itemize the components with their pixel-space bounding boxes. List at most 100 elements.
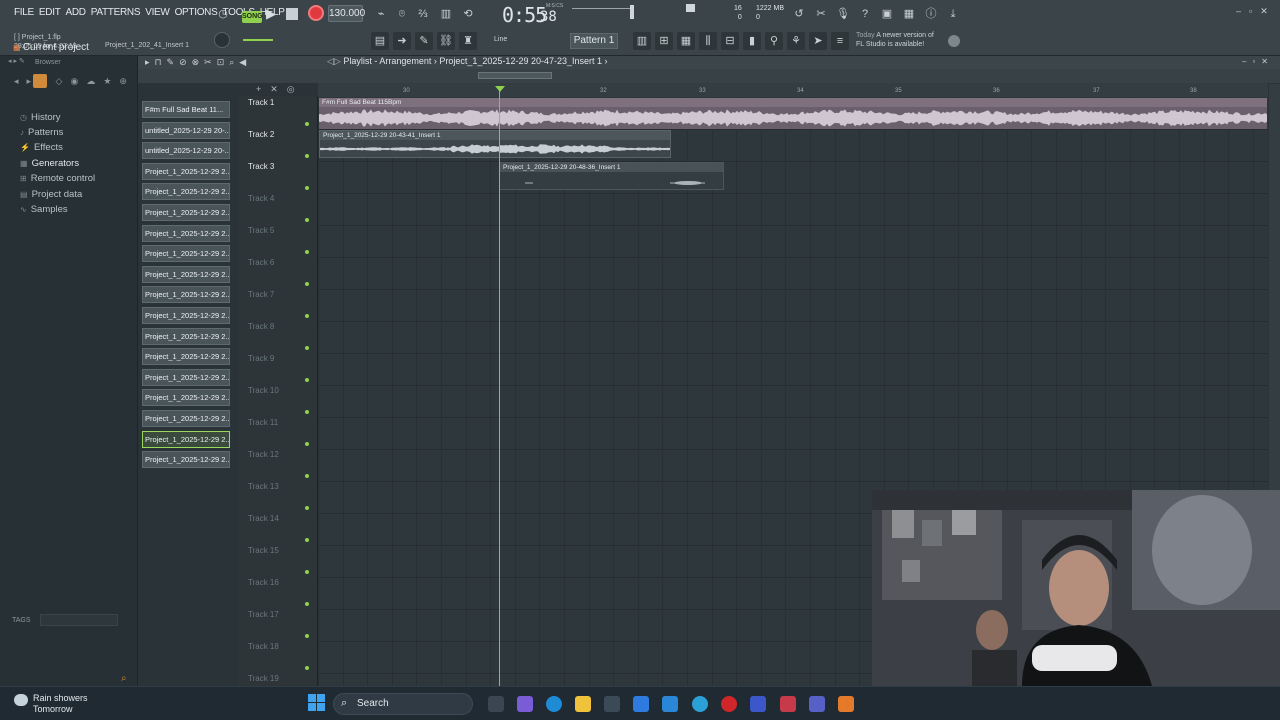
track-label[interactable]: Track 9: [248, 354, 274, 363]
browser-item-history[interactable]: ◷ History: [20, 112, 61, 123]
fl-studio-icon[interactable]: [838, 696, 854, 712]
browser-root-current-project[interactable]: ▦ Current project: [13, 42, 89, 53]
link-icon[interactable]: ⛓: [437, 32, 455, 50]
track-mute-led[interactable]: [305, 250, 309, 254]
pattern-clip-item[interactable]: Project_1_2025-12-29 2...: [142, 410, 230, 427]
track-label[interactable]: Track 7: [248, 290, 274, 299]
playlist-view-icon[interactable]: ▤: [371, 32, 389, 50]
pattern-clip-item[interactable]: Project_1_2025-12-29 2...: [142, 307, 230, 324]
pattern-clip-item[interactable]: Project_1_2025-12-29 2...: [142, 183, 230, 201]
microphone-icon[interactable]: 🎙: [834, 5, 852, 23]
track-mute-led[interactable]: [305, 506, 309, 510]
vscode-icon[interactable]: [662, 696, 678, 712]
track-mute-led[interactable]: [305, 186, 309, 190]
pattern-clip-item[interactable]: Project_1_2025-12-29 2...: [142, 162, 230, 180]
info-icon[interactable]: ⓘ: [922, 5, 940, 23]
master-volume-slider[interactable]: [572, 8, 630, 18]
news-panel[interactable]: Today A newer version of FL Studio is ava…: [856, 31, 934, 49]
track-label[interactable]: Track 3: [248, 162, 274, 171]
track-mute-led[interactable]: [305, 538, 309, 542]
pattern-clip-item[interactable]: F#m Full Sad Beat 11...: [142, 101, 230, 118]
pattern-clip-item[interactable]: untitled_2025-12-29 20-...: [142, 142, 230, 160]
cut-tool-icon[interactable]: ✂: [812, 5, 830, 23]
track-label[interactable]: Track 8: [248, 322, 274, 331]
audio-clip-track1[interactable]: F#m Full Sad Beat 115Bpm: [319, 98, 1267, 129]
windows-start-icon[interactable]: [308, 694, 326, 712]
pattern-clip-item[interactable]: Project_1_2025-12-29 2...: [142, 348, 230, 366]
tags-filter-input[interactable]: [40, 614, 118, 626]
track-label[interactable]: Track 17: [248, 610, 279, 619]
browser-icon[interactable]: ⊟: [721, 32, 739, 50]
browser-item-remote-control[interactable]: ⊞ Remote control: [20, 173, 95, 184]
playlist-window-controls[interactable]: –▫✕: [1242, 57, 1274, 66]
track-mute-led[interactable]: [305, 442, 309, 446]
track-mute-led[interactable]: [305, 154, 309, 158]
browser-item-samples[interactable]: ∿ Samples: [20, 204, 68, 215]
track-mute-led[interactable]: [305, 634, 309, 638]
track-mute-led[interactable]: [305, 410, 309, 414]
arrow-icon[interactable]: ➤: [809, 32, 827, 50]
track-mute-led[interactable]: [305, 122, 309, 126]
browser-item-generators[interactable]: ▦ Generators: [20, 158, 79, 169]
pattern-song-toggle[interactable]: SONG: [242, 11, 263, 23]
track-label[interactable]: Track 16: [248, 578, 279, 587]
track-label[interactable]: Track 10: [248, 386, 279, 395]
save-icon[interactable]: ▣: [878, 5, 896, 23]
pattern-clip-item[interactable]: Project_1_2025-12-29 2...: [142, 368, 230, 386]
store-icon[interactable]: [604, 696, 620, 712]
pitch-knob[interactable]: [214, 32, 230, 48]
undo-icon[interactable]: ↺: [790, 5, 808, 23]
file-icon[interactable]: ▮: [743, 32, 761, 50]
track-mute-led[interactable]: [305, 346, 309, 350]
track-mute-led[interactable]: [305, 570, 309, 574]
edge-icon[interactable]: [546, 696, 562, 712]
horizontal-scrollbar[interactable]: [478, 72, 552, 79]
loop-record-icon[interactable]: ⟲: [459, 5, 477, 23]
pattern-clip-item[interactable]: Project_1_2025-12-29 2...: [142, 245, 230, 263]
track-label[interactable]: Track 19: [248, 674, 279, 683]
opera-icon[interactable]: [721, 696, 737, 712]
menu-view[interactable]: VIEW: [145, 7, 170, 18]
mixer-icon[interactable]: ▥: [633, 32, 651, 50]
menu-add[interactable]: ADD: [66, 7, 87, 18]
track-mute-led[interactable]: [305, 314, 309, 318]
weather-widget[interactable]: Rain showers Tomorrow: [33, 693, 88, 715]
track-label[interactable]: Track 12: [248, 450, 279, 459]
metronome-icon[interactable]: ◷: [214, 5, 232, 23]
pattern-clip-item[interactable]: Project_1_2025-12-29 2...: [142, 389, 230, 407]
all-files-icon[interactable]: [33, 74, 47, 88]
weather-icon[interactable]: [14, 694, 28, 706]
plugin-icon[interactable]: ▦: [900, 5, 918, 23]
playlist-tools[interactable]: ▸⊓✎⊘⊗✂⊡⌕◀: [145, 57, 251, 68]
typing-keyboard-icon[interactable]: ⌁: [372, 5, 390, 23]
pattern-clip-item[interactable]: Project_1_2025-12-29 2...: [142, 451, 230, 469]
outlook-icon[interactable]: [633, 696, 649, 712]
menu-lines-icon[interactable]: ≡: [831, 32, 849, 50]
audio-clip-track2[interactable]: Project_1_2025-12-29 20-43-41_Insert 1: [319, 130, 671, 158]
pattern-clip-item[interactable]: Project_1_2025-12-29 2...: [142, 286, 230, 304]
stamp-icon[interactable]: ♜: [459, 32, 477, 50]
menu-file[interactable]: FILE: [14, 7, 34, 18]
arrow-right-icon[interactable]: ➜: [393, 32, 411, 50]
master-pitch-slider[interactable]: [243, 39, 273, 41]
track-label[interactable]: Track 18: [248, 642, 279, 651]
pattern-clip-item[interactable]: Project_1_2025-12-29 2...: [142, 327, 230, 345]
track-mute-led[interactable]: [305, 474, 309, 478]
track-label[interactable]: Track 14: [248, 514, 279, 523]
paypal-icon[interactable]: [750, 696, 766, 712]
track-header-tools[interactable]: +✕◎: [256, 84, 304, 95]
step-edit-icon[interactable]: ⅔: [414, 5, 432, 23]
track-mute-led[interactable]: [305, 666, 309, 670]
download-icon[interactable]: ⤓: [944, 5, 962, 23]
pattern-selector[interactable]: Pattern 1: [570, 33, 618, 49]
pattern-clip-item[interactable]: Project_1_2025-12-29 2...: [142, 204, 230, 221]
menu-options[interactable]: OPTIONS: [175, 7, 218, 18]
pattern-clip-item[interactable]: Project_1_2025-12-29 2...: [142, 430, 230, 448]
taskbar-search-input[interactable]: [333, 693, 473, 715]
audio-clip-track3[interactable]: Project_1_2025-12-29 20-48-36_Insert 1: [499, 162, 724, 190]
track-mute-led[interactable]: [305, 602, 309, 606]
teams-icon[interactable]: [809, 696, 825, 712]
browser-item-effects[interactable]: ⚡ Effects: [20, 142, 63, 153]
mixer-faders-icon[interactable]: ⫼: [699, 32, 717, 50]
track-label[interactable]: Track 13: [248, 482, 279, 491]
